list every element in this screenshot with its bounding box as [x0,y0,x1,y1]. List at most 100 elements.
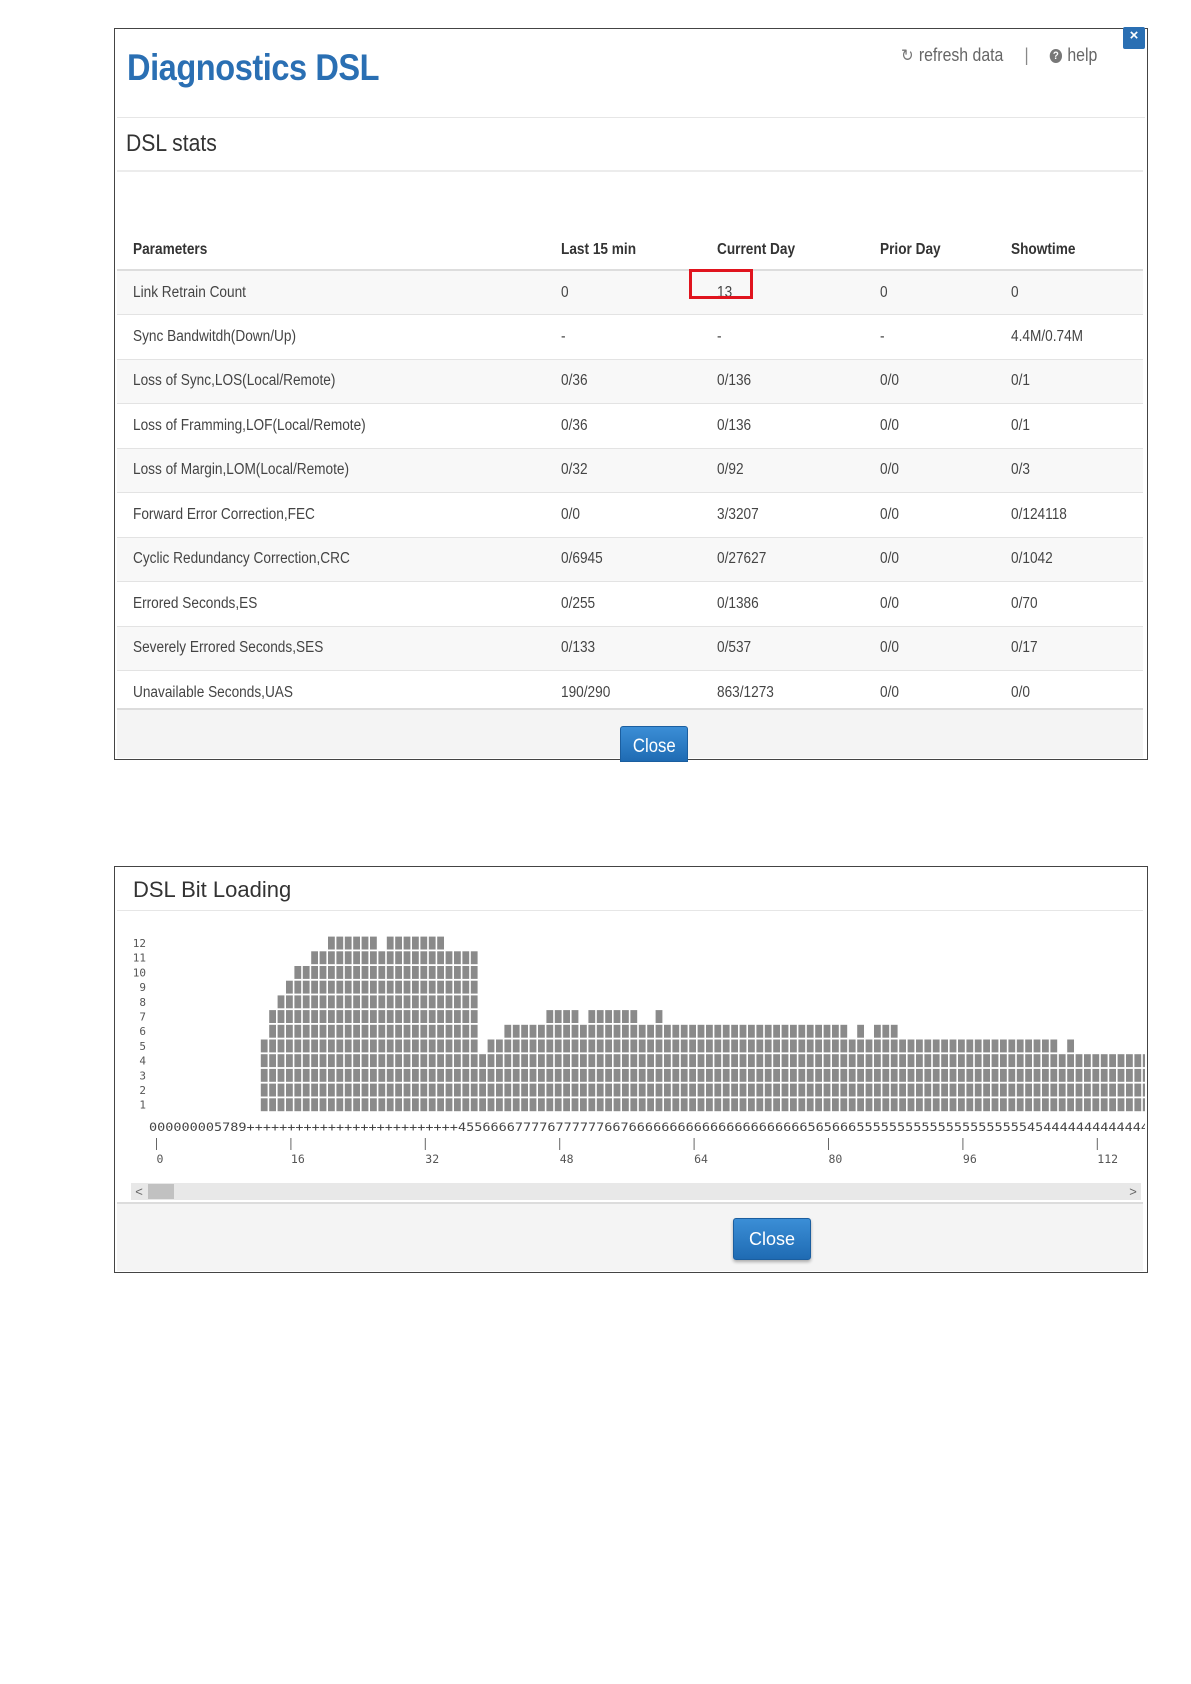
bar-cell [470,966,478,979]
table-cell-last15: 0/6945 [545,536,701,582]
bar-cell [353,1010,360,1023]
help-link[interactable]: help [1067,45,1097,66]
bar-cell [437,1039,444,1053]
table-cell-last15: 0/36 [545,403,701,448]
bar-cell [445,966,453,979]
bar-cell [748,1098,755,1112]
bar-cell [1126,1068,1133,1082]
bar-cell [437,951,444,965]
bar-cell [420,1010,428,1023]
bar-cell [857,1039,864,1053]
scroll-left-arrow-icon[interactable]: < [131,1183,147,1200]
bar-cell [924,1068,932,1082]
bar-cell [865,1098,873,1112]
bar-cell [588,1054,596,1068]
horizontal-scrollbar[interactable]: < > [131,1183,1141,1200]
bar-cell [370,951,377,965]
scrollbar-thumb[interactable] [148,1184,174,1199]
bar-cell [546,1054,554,1068]
bar-cell [554,1068,562,1082]
bar-cell [991,1083,999,1097]
bar-cell [403,1039,411,1053]
bar-cell [890,1054,898,1068]
bar-cell [823,1054,831,1068]
bar-cell [529,1024,537,1038]
bar-cell [336,936,344,950]
bar-cell [344,1098,352,1112]
bar-cell [1050,1098,1058,1112]
bar-cell [361,1054,369,1068]
bar-cell [613,1068,621,1082]
bar-cell [706,1039,713,1053]
help-icon[interactable]: ? [1049,48,1063,63]
bar-cell [848,1098,856,1112]
bar-cell [302,1010,310,1023]
bar-cell [1100,1054,1108,1068]
table-cell-param: Sync Bandwitdh(Down/Up) [117,314,545,359]
bar-cell [445,1083,453,1097]
bar-cell [664,1054,671,1068]
bar-cell [311,1039,318,1053]
bar-cell [672,1098,680,1112]
close-button[interactable]: Close [733,1218,811,1260]
bar-cell [336,951,344,965]
bar-cell [563,1010,570,1023]
table-cell-prior: 0/0 [864,625,995,671]
bar-cell [840,1098,848,1112]
bar-cell [941,1068,948,1082]
bar-cell [336,1010,344,1023]
highlighted-value: 13 [689,268,753,302]
bar-cell [1092,1054,1100,1068]
bar-cell [328,1068,335,1082]
bar-cell [622,1083,629,1097]
bar-cell [580,1098,587,1112]
bar-cell [336,1098,344,1112]
table-row: Link Retrain Count 0 13 0 0 [117,268,1143,315]
bar-cell [286,1024,293,1038]
refresh-data-link[interactable]: refresh data [919,45,1004,66]
bar-cell [286,1010,293,1023]
bar-cell [470,995,478,1009]
bar-cell [1117,1054,1125,1068]
bar-cell [437,1083,444,1097]
refresh-icon[interactable]: ↻ [901,46,914,66]
bar-cell [370,1098,377,1112]
bar-cell [386,1039,394,1053]
bar-cell [395,1010,402,1023]
bar-cell [1067,1098,1074,1112]
bar-cell [664,1068,671,1082]
x-tick-label: 32 [425,1152,439,1166]
bar-cell [538,1054,545,1068]
table-cell-last15: 0/36 [545,358,701,404]
table-row: Sync Bandwitdh(Down/Up) - - -4.4M/0.74M [117,314,1143,359]
bar-cell [328,1039,335,1053]
bar-cell [798,1054,806,1068]
bar-cell [336,1054,344,1068]
bar-cell [697,1068,705,1082]
bar-cell [370,1054,377,1068]
bar-cell [638,1054,646,1068]
bar-cell [974,1068,982,1082]
bar-cell [1000,1068,1007,1082]
bar-cell [899,1083,906,1097]
bar-cell [403,1054,411,1068]
bar-cell [554,1083,562,1097]
scroll-right-arrow-icon[interactable]: > [1125,1183,1141,1200]
bar-cell [823,1098,831,1112]
bar-cell [428,980,436,994]
bar-cell [588,1098,596,1112]
bar-cell [370,1068,377,1082]
bar-cell [319,1039,327,1053]
close-button[interactable]: Close [620,726,688,762]
bar-cell [949,1068,957,1082]
bar-cell [462,1083,470,1097]
bar-cell [529,1068,537,1082]
bar-cell [386,936,394,950]
bar-cell [428,1054,436,1068]
close-icon[interactable]: × [1123,27,1145,49]
bar-cell [815,1024,822,1038]
bar-cell [974,1039,982,1053]
bar-cell [790,1054,797,1068]
bar-cell [454,1098,461,1112]
bar-cell [546,1083,554,1097]
